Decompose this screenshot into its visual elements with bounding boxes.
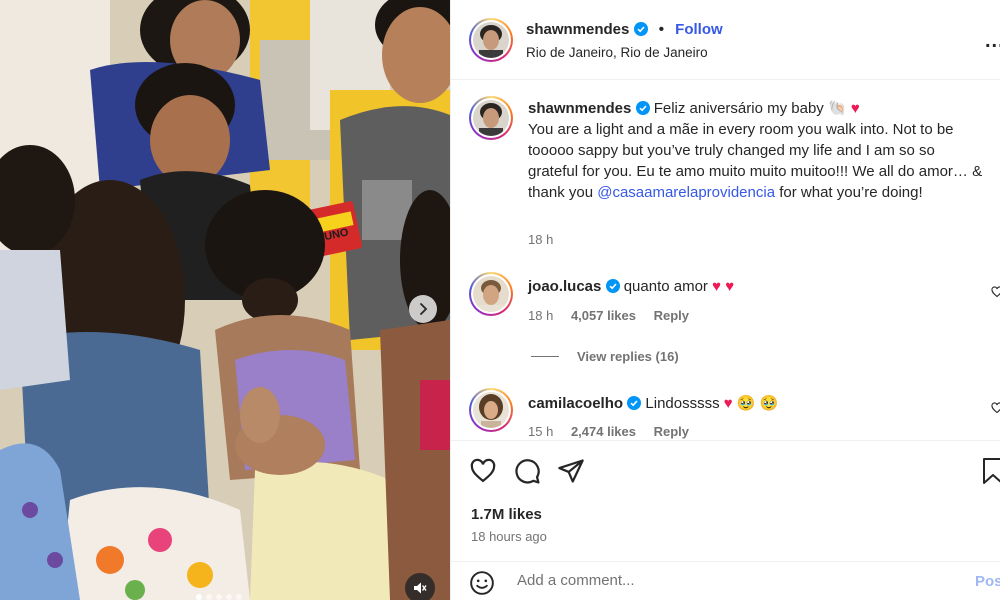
comment-icon[interactable] [513, 457, 541, 485]
verified-badge-icon [605, 279, 620, 293]
caption-author-avatar[interactable] [469, 96, 513, 140]
separator-dot: • [658, 21, 664, 38]
mute-toggle-button[interactable] [405, 573, 435, 600]
comment-timestamp: 15 h [528, 424, 554, 439]
red-heart-emoji-icon: ♥ [725, 278, 735, 295]
comment-text: Lindosssss [645, 395, 720, 412]
replies-divider [531, 356, 559, 357]
carousel-indicator [196, 594, 242, 600]
verified-badge-icon [627, 396, 642, 410]
commenter-avatar[interactable] [469, 272, 513, 316]
carousel-dot [206, 594, 212, 600]
author-avatar[interactable] [469, 18, 513, 62]
comment-text: quanto amor [623, 278, 708, 295]
heart-icon[interactable] [469, 457, 497, 485]
post-media[interactable]: UNO [0, 0, 450, 600]
emoji-icon[interactable] [469, 570, 495, 596]
post-header: shawnmendes • Follow Rio de Janeiro, Rio… [451, 0, 1000, 80]
reply-button[interactable]: Reply [654, 308, 689, 323]
comment-meta: 18 h 4,057 likes Reply [528, 308, 689, 323]
more-options-button[interactable]: ... [985, 30, 1000, 53]
post-like-count[interactable]: 1.7M likes [471, 506, 542, 523]
like-comment-heart-icon[interactable] [991, 402, 1000, 414]
action-bar [469, 457, 585, 485]
caption-lead: Feliz aniversário my baby [653, 100, 824, 117]
caption-mention-link[interactable]: @casaamarelaprovidencia [597, 184, 775, 201]
post-comment-button[interactable]: Post [975, 573, 1000, 590]
comment-line: camilacoelho Lindosssss ♥ 🥹 🥹 [528, 394, 778, 412]
view-replies-button[interactable]: View replies (16) [531, 349, 679, 364]
commenter-username[interactable]: camilacoelho [528, 395, 623, 412]
chevron-right-icon [420, 303, 428, 315]
view-replies-label: View replies (16) [577, 349, 679, 364]
comment-line: joao.lucas quanto amor ♥ ♥ [528, 278, 734, 295]
verified-badge-icon [633, 22, 648, 36]
author-line: shawnmendes • Follow [526, 21, 723, 38]
muted-speaker-icon [414, 582, 427, 594]
shell-emoji-icon: 🐚 [827, 99, 847, 117]
share-icon[interactable] [557, 457, 585, 485]
post-timestamp[interactable]: 18 hours ago [471, 529, 547, 544]
post-location[interactable]: Rio de Janeiro, Rio de Janeiro [526, 45, 708, 60]
red-heart-emoji-icon: ♥ [723, 395, 733, 412]
reply-button[interactable]: Reply [654, 424, 689, 439]
post-video-frame: UNO [0, 0, 450, 600]
caption-timestamp: 18 h [528, 232, 554, 247]
comment-timestamp: 18 h [528, 308, 554, 323]
comment-meta: 15 h 2,474 likes Reply [528, 424, 689, 439]
commenter-username[interactable]: joao.lucas [528, 278, 601, 295]
teary-face-emoji-icon: 🥹 [736, 394, 756, 412]
commenter-avatar[interactable] [469, 388, 513, 432]
add-comment-bar: Post [451, 561, 1000, 600]
comment-like-count[interactable]: 2,474 likes [571, 424, 636, 439]
carousel-dot [196, 594, 202, 600]
comment-input[interactable] [517, 572, 937, 589]
follow-button[interactable]: Follow [675, 21, 723, 38]
carousel-dot [236, 594, 242, 600]
carousel-dot [226, 594, 232, 600]
comment-like-count[interactable]: 4,057 likes [571, 308, 636, 323]
bookmark-icon[interactable] [981, 457, 1000, 485]
caption-text: shawnmendes Feliz aniversário my baby 🐚 … [528, 98, 988, 203]
like-comment-heart-icon[interactable] [991, 286, 1000, 298]
teary-face-emoji-icon: 🥹 [759, 394, 779, 412]
next-media-button[interactable] [409, 295, 437, 323]
red-heart-emoji-icon: ♥ [712, 278, 722, 295]
author-username[interactable]: shawnmendes [526, 21, 629, 38]
post-actions-area: 1.7M likes 18 hours ago Post [451, 440, 1000, 600]
post-details-panel: shawnmendes • Follow Rio de Janeiro, Rio… [450, 0, 1000, 600]
caption-body-end: for what you’re doing! [779, 184, 923, 201]
carousel-dot [216, 594, 222, 600]
verified-badge-icon [635, 101, 650, 115]
pink-heart-emoji-icon: ♥ [850, 100, 860, 117]
caption-username[interactable]: shawnmendes [528, 100, 631, 117]
